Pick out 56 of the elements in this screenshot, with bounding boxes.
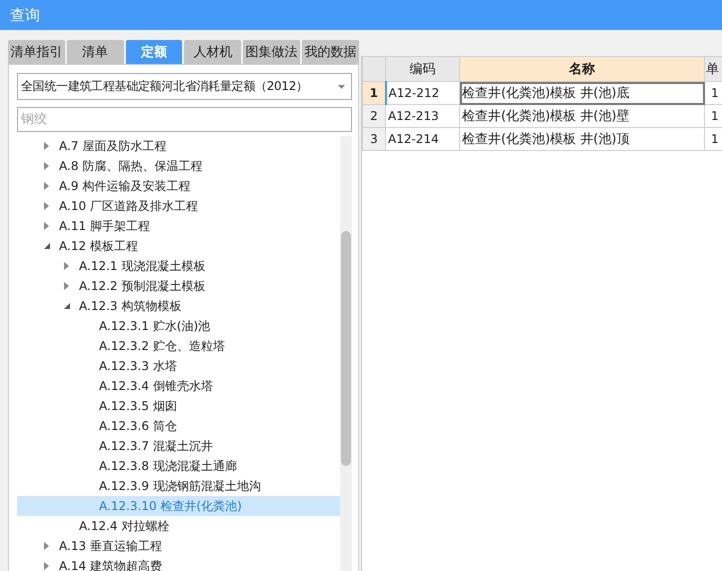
tree-item[interactable]: A.14 建筑物超高费 (17, 556, 340, 571)
table-cell: A12-212 (386, 82, 460, 104)
tree-item[interactable]: A.8 防腐、隔热、保温工程 (17, 156, 340, 176)
column-header[interactable]: 单 (704, 56, 722, 82)
collapsed-arrow-icon[interactable] (44, 562, 50, 570)
column-header[interactable]: 编码 (386, 56, 460, 82)
collapsed-arrow-icon[interactable] (64, 262, 70, 270)
tree-item[interactable]: A.12.3.1 贮水(油)池 (17, 316, 340, 336)
tree-item[interactable]: A.10 厂区道路及排水工程 (17, 196, 340, 216)
collapsed-arrow-icon[interactable] (44, 142, 50, 150)
tree-item[interactable]: A.7 屋面及防水工程 (17, 136, 340, 156)
tree-item[interactable]: A.9 构件运输及安装工程 (17, 176, 340, 196)
tree-item[interactable]: A.12 模板工程 (17, 236, 340, 256)
tree-item[interactable]: A.12.3.5 烟囱 (17, 396, 340, 416)
table-cell: 检查井(化粪池)模板 井(池)顶 (460, 128, 704, 150)
tab[interactable]: 我的数据 (302, 40, 359, 64)
table-cell: A12-213 (386, 104, 460, 128)
scrollbar[interactable] (340, 136, 352, 571)
table-cell: A12-214 (386, 128, 460, 150)
expanded-arrow-icon[interactable] (44, 242, 50, 250)
collapsed-arrow-icon[interactable] (44, 162, 50, 170)
collapsed-arrow-icon[interactable] (44, 182, 50, 190)
tree-item[interactable]: A.12.3.2 贮仓、造粒塔 (17, 336, 340, 356)
tree-item[interactable]: A.12.3.8 现浇混凝土通廊 (17, 456, 340, 476)
expanded-arrow-icon[interactable] (64, 302, 70, 310)
collapsed-arrow-icon[interactable] (44, 202, 50, 210)
dropdown-value: 全国统一建筑工程基础定额河北省消耗量定额（2012） (21, 78, 308, 95)
tree-item[interactable]: A.12.3.3 水塔 (17, 356, 340, 376)
tree-item[interactable]: A.12.3.6 筒仓 (17, 416, 340, 436)
tree-item[interactable]: A.12.4 对拉螺栓 (17, 516, 340, 536)
search-field[interactable]: 钢绞 (17, 107, 352, 132)
row-number[interactable]: 3 (362, 128, 386, 150)
row-number[interactable]: 2 (362, 104, 386, 128)
tree-item[interactable]: A.13 垂直运输工程 (17, 536, 340, 556)
caret-icon (338, 84, 345, 88)
tree-item[interactable]: A.12.3.9 现浇钢筋混凝土地沟 (17, 476, 340, 496)
tab[interactable]: 图集做法 (243, 40, 300, 64)
tree-item[interactable]: A.12.3 构筑物模板 (17, 296, 340, 316)
tree-item[interactable]: A.12.3.4 倒锥壳水塔 (17, 376, 340, 396)
library-dropdown[interactable]: 全国统一建筑工程基础定额河北省消耗量定额（2012） (17, 73, 352, 100)
collapsed-arrow-icon[interactable] (44, 542, 50, 550)
tab[interactable]: 清单指引 (8, 40, 65, 64)
scrollbar-thumb[interactable] (341, 231, 351, 466)
window-title: 查询 (10, 6, 40, 24)
tree-item[interactable]: A.12.2 预制混凝土模板 (17, 276, 340, 296)
column-header[interactable]: 名称 (460, 56, 704, 82)
tree-item[interactable]: A.12.1 现浇混凝土模板 (17, 256, 340, 276)
collapsed-arrow-icon[interactable] (64, 282, 70, 290)
tab[interactable]: 人材机 (184, 40, 242, 64)
table-cell: 检查井(化粪池)模板 井(池)底 (460, 82, 704, 104)
table-cell: 检查井(化粪池)模板 井(池)壁 (460, 104, 704, 128)
tree-item[interactable]: A.11 脚手架工程 (17, 216, 340, 236)
collapsed-arrow-icon[interactable] (44, 222, 50, 230)
row-number[interactable]: 1 (362, 82, 386, 104)
tree-item[interactable]: A.12.3.7 混凝土沉井 (17, 436, 340, 456)
tab[interactable]: 清单 (66, 40, 124, 64)
